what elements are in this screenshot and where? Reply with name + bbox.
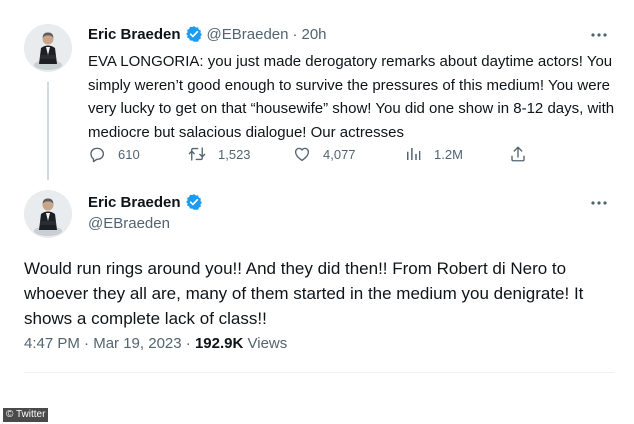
tweet-time[interactable]: 20h xyxy=(302,26,327,43)
separator-dot: · xyxy=(84,335,90,352)
views-label: Views xyxy=(247,335,288,352)
verified-badge-icon xyxy=(185,194,202,210)
like-count: 4,077 xyxy=(323,146,356,162)
avatar-image xyxy=(24,190,72,238)
retweet-button[interactable]: 1,523 xyxy=(188,145,251,163)
reply-button[interactable]: 610 xyxy=(88,145,140,163)
tweet-time[interactable]: 4:47 PM xyxy=(24,335,80,352)
more-options-icon[interactable] xyxy=(587,191,611,215)
like-icon xyxy=(294,147,310,162)
tweet-text: Would run rings around you!! And they di… xyxy=(24,259,584,328)
avatar-image xyxy=(24,24,72,72)
retweet-count: 1,523 xyxy=(218,146,251,162)
author-name[interactable]: Eric Braeden xyxy=(88,26,181,43)
more-options-icon[interactable] xyxy=(587,23,611,47)
views-count: 192.9K xyxy=(194,335,244,352)
reply-count: 610 xyxy=(118,146,140,162)
author-handle[interactable]: @EBraeden xyxy=(88,215,170,232)
avatar[interactable] xyxy=(24,190,72,238)
share-button[interactable] xyxy=(509,145,539,163)
author-name[interactable]: Eric Braeden xyxy=(88,194,181,211)
tweet2-header: Eric Braeden xyxy=(88,193,207,211)
views-button[interactable]: 1.2M xyxy=(404,145,463,163)
image-credit: © Twitter xyxy=(3,408,49,422)
verified-badge-icon xyxy=(185,26,202,42)
avatar[interactable] xyxy=(24,24,72,72)
retweet-icon xyxy=(188,147,206,161)
separator-dot: · xyxy=(185,335,191,352)
author-handle[interactable]: @EBraeden xyxy=(207,26,289,43)
tweet1-header: Eric Braeden @EBraeden · 20h xyxy=(88,25,327,43)
separator-dot: · xyxy=(292,25,298,43)
views-count: 1.2M xyxy=(434,146,463,162)
views-icon xyxy=(407,148,421,160)
thread-connector-line xyxy=(47,82,49,180)
share-icon xyxy=(511,146,525,162)
tweet-metadata: 4:47 PM · Mar 19, 2023 · 192.9K Views xyxy=(24,335,287,352)
like-button[interactable]: 4,077 xyxy=(293,145,356,163)
divider xyxy=(24,372,614,373)
reply-icon xyxy=(90,147,105,163)
tweet-text: EVA LONGORIA: you just made derogatory r… xyxy=(88,53,615,141)
tweet-date[interactable]: Mar 19, 2023 xyxy=(93,335,181,352)
